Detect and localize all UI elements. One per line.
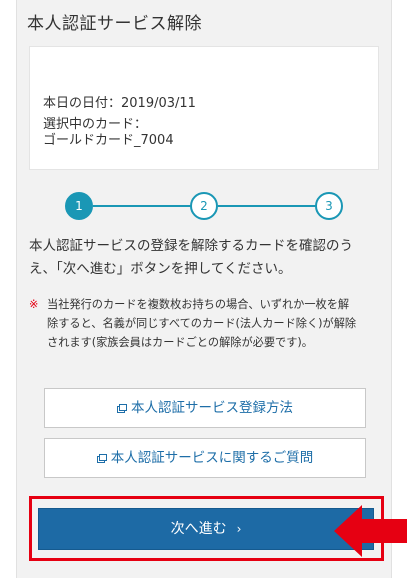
caution-mark: ※ xyxy=(29,298,39,311)
caution-line-1: 当社発行のカードを複数枚お持ちの場合、いずれか一枚を解 xyxy=(47,298,350,311)
registration-method-link[interactable]: 本人認証サービス登録方法 xyxy=(44,388,366,428)
instruction-line-2: え、「次へ進む」ボタンを押してください。 xyxy=(29,261,292,277)
instruction-line-1: 本人認証サービスの登録を解除するカードを確認のう xyxy=(29,238,353,254)
red-arrow-icon xyxy=(334,505,407,557)
caution-line-3: されます(家族会員はカードごとの解除が必要です)。 xyxy=(47,336,313,349)
caution-note: ※ 当社発行のカードを複数枚お持ちの場合、いずれか一枚を解 除すると、名義が同じ… xyxy=(29,295,383,352)
card-info-box: 本日の日付：2019/03/11 選択中のカード： ゴールドカード_7004 xyxy=(29,46,379,170)
card-label: 選択中のカード： xyxy=(43,117,148,132)
registration-method-label: 本人認証サービス登録方法 xyxy=(131,400,293,416)
faq-link[interactable]: 本人認証サービスに関するご質問 xyxy=(44,438,366,478)
instruction-text: 本人認証サービスの登録を解除するカードを確認のう え、「次へ進む」ボタンを押して… xyxy=(29,235,381,281)
external-window-icon xyxy=(96,454,107,463)
chevron-right-icon: › xyxy=(236,522,242,536)
card-name: ゴールドカード_7004 xyxy=(43,133,174,148)
page-title: 本人認証サービス解除 xyxy=(27,14,202,34)
next-button-label: 次へ進む xyxy=(170,521,227,537)
caution-line-2: 除すると、名義が同じすべてのカード(法人カード除く)が解除 xyxy=(47,317,357,330)
next-button[interactable]: 次へ進む › xyxy=(38,508,374,550)
date-line: 本日の日付：2019/03/11 xyxy=(43,96,196,111)
faq-label: 本人認証サービスに関するご質問 xyxy=(110,450,314,466)
external-window-icon xyxy=(117,404,127,413)
